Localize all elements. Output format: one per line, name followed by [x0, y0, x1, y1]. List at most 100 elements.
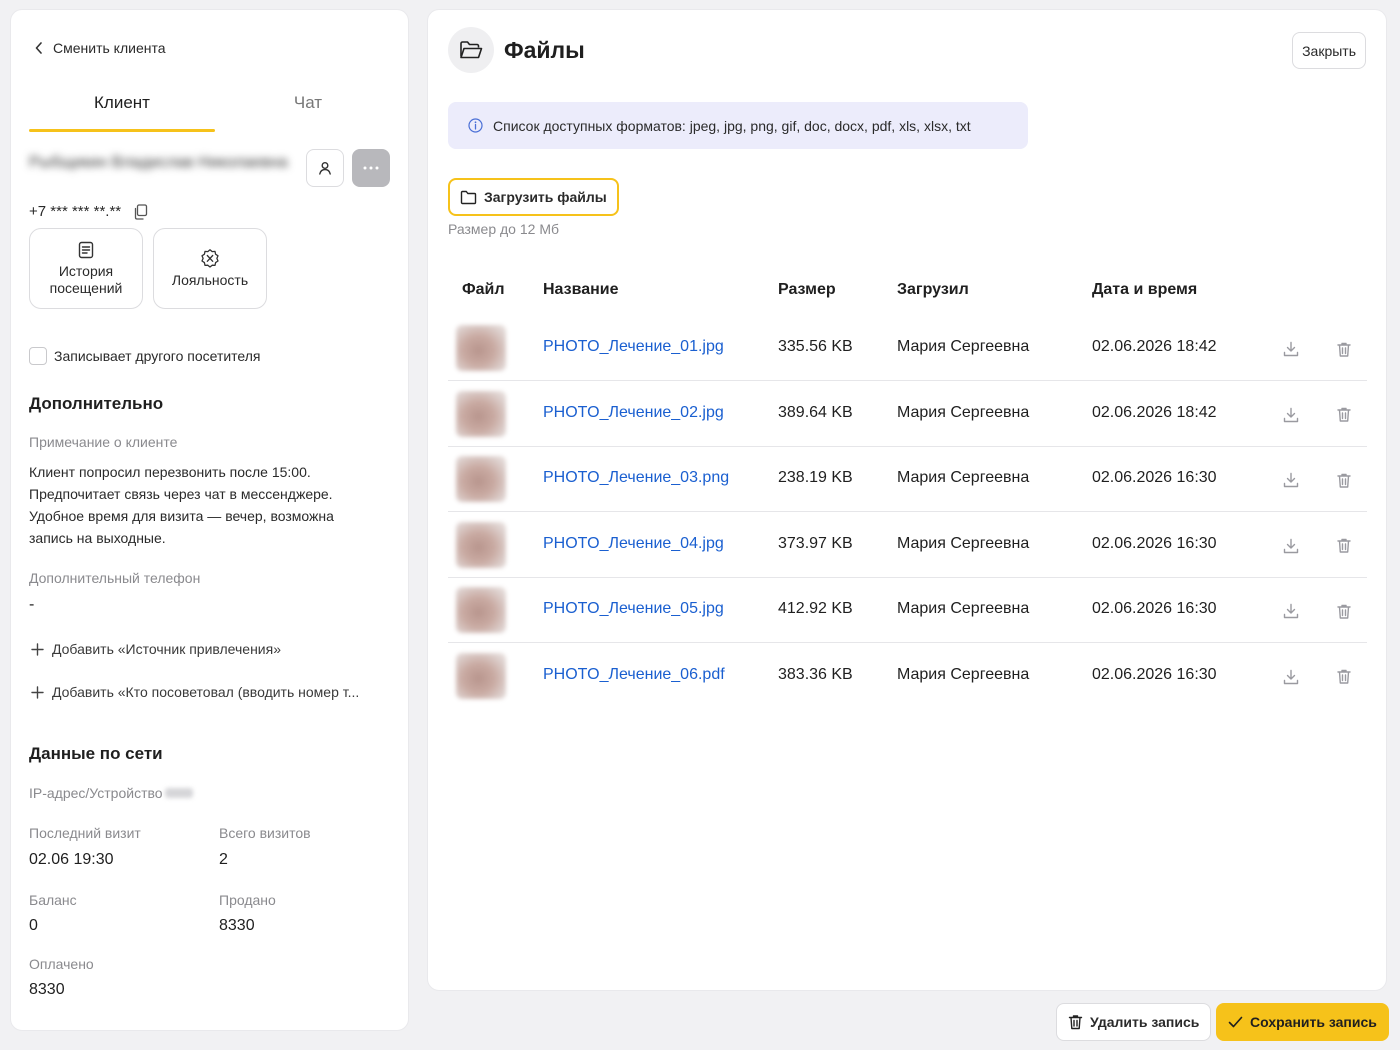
sold-label: Продано [219, 892, 276, 908]
visit-history-button[interactable]: История посещений [29, 228, 143, 309]
download-icon[interactable] [1280, 469, 1302, 491]
file-thumbnail[interactable] [456, 521, 506, 568]
file-size: 412.92 KB [778, 600, 853, 617]
column-header-uploader: Загрузил [897, 281, 969, 298]
delete-record-label: Удалить запись [1090, 1014, 1200, 1030]
add-source-button[interactable]: Добавить «Источник привлечения» [31, 641, 391, 657]
last-visit-label: Последний визит [29, 825, 141, 841]
file-uploader: Мария Сергеевна [897, 338, 1030, 355]
file-size: 389.64 KB [778, 403, 853, 421]
balance-label: Баланс [29, 892, 77, 908]
client-note-label: Примечание о клиенте [29, 434, 178, 450]
trash-icon[interactable] [1333, 469, 1355, 491]
other-visitor-row[interactable]: Записывает другого посетителя [29, 347, 261, 365]
file-datetime: 02.06.2026 18:42 [1092, 338, 1217, 355]
additional-section-title: Дополнительно [29, 394, 164, 413]
file-size: 373.97 KB [778, 534, 853, 552]
tab-client[interactable]: Клиент [29, 82, 215, 132]
page-title: Файлы [504, 36, 585, 63]
upload-files-button[interactable]: Загрузить файлы [448, 178, 619, 216]
other-visitor-label: Записывает другого посетителя [54, 348, 261, 364]
table-row: PHOTO_Лечение_06.pdf 383.36 KB Мария Серге… [448, 644, 1367, 709]
network-section-title: Данные по сети [29, 744, 163, 763]
file-size: 238.19 KB [778, 469, 853, 486]
save-record-label: Сохранить запись [1250, 1014, 1377, 1030]
client-name: Рыбщикин Владислав Николаевна [29, 154, 288, 171]
trash-icon[interactable] [1333, 338, 1355, 360]
table-row: PHOTO_Лечение_03.png 238.19 KB Мария Серге… [448, 447, 1367, 512]
paid-label: Оплачено [29, 956, 94, 972]
file-datetime: 02.06.2026 18:42 [1092, 403, 1217, 421]
file-thumbnail[interactable] [456, 587, 506, 633]
trash-icon [1068, 1014, 1083, 1030]
file-name-link[interactable]: PHOTO_Лечение_01.jpg [543, 338, 724, 356]
file-uploader: Мария Сергеевна [897, 403, 1030, 421]
trash-icon[interactable] [1333, 600, 1355, 622]
file-datetime: 02.06.2026 16:30 [1092, 600, 1217, 617]
add-referrer-button[interactable]: Добавить «Кто посоветовал (вводить номер… [31, 684, 391, 700]
document-list-icon [77, 241, 95, 259]
close-button[interactable]: Закрыть [1292, 32, 1366, 69]
add-source-label: Добавить «Источник привлечения» [52, 641, 281, 657]
files-header: Файлы [448, 27, 585, 73]
file-thumbnail[interactable] [456, 390, 506, 437]
folder-icon [460, 190, 477, 205]
extra-phone-value: - [29, 596, 35, 613]
download-icon[interactable] [1280, 404, 1302, 426]
download-icon[interactable] [1280, 535, 1302, 557]
file-name-link[interactable]: PHOTO_Лечение_06.pdf [543, 666, 725, 684]
file-name-link[interactable]: PHOTO_Лечение_02.jpg [543, 404, 724, 422]
files-panel: Файлы Закрыть Список доступных форматов:… [427, 9, 1387, 991]
copy-icon[interactable] [133, 203, 148, 220]
download-icon[interactable] [1280, 338, 1302, 360]
formats-info-text: Список доступных форматов: jpeg, jpg, pn… [493, 117, 971, 134]
balance-value: 0 [29, 917, 38, 934]
ip-device-value-blurred [164, 788, 193, 798]
download-icon[interactable] [1280, 666, 1302, 688]
download-icon[interactable] [1280, 600, 1302, 622]
loyalty-button[interactable]: Лояльность [153, 228, 267, 309]
file-thumbnail[interactable] [456, 456, 506, 502]
other-visitor-checkbox[interactable] [29, 347, 47, 365]
column-header-datetime: Дата и время [1092, 281, 1198, 298]
file-thumbnail[interactable] [456, 325, 506, 371]
upload-files-label: Загрузить файлы [484, 189, 607, 205]
more-options-button[interactable] [352, 149, 390, 187]
checkmark-icon [1228, 1016, 1243, 1028]
chevron-left-icon [35, 42, 43, 54]
delete-record-button[interactable]: Удалить запись [1056, 1003, 1212, 1041]
file-thumbnail[interactable] [456, 652, 506, 699]
change-client-link[interactable]: Сменить клиента [35, 40, 166, 56]
sold-value: 8330 [219, 917, 255, 934]
save-record-button[interactable]: Сохранить запись [1216, 1003, 1389, 1041]
visit-history-label: История посещений [49, 262, 123, 296]
file-size: 335.56 KB [778, 338, 853, 355]
paid-value: 8330 [29, 981, 65, 998]
client-note-text: Клиент попросил перезвонить после 15:00.… [29, 464, 334, 546]
trash-icon[interactable] [1333, 404, 1355, 426]
column-header-size: Размер [778, 281, 836, 298]
plus-icon [31, 642, 44, 656]
total-visits-value: 2 [219, 851, 228, 868]
tab-chat[interactable]: Чат [215, 82, 401, 132]
client-sidebar: Сменить клиента Клиент Чат Рыбщикин Влад… [10, 9, 409, 1031]
file-name-link[interactable]: PHOTO_Лечение_04.jpg [543, 535, 724, 553]
client-phone: +7 *** *** **.** [29, 203, 122, 220]
trash-icon[interactable] [1333, 666, 1355, 688]
file-datetime: 02.06.2026 16:30 [1092, 469, 1217, 486]
trash-icon[interactable] [1333, 535, 1355, 557]
table-row: PHOTO_Лечение_05.jpg 412.92 KB Мария Серге… [448, 578, 1367, 643]
file-name-link[interactable]: PHOTO_Лечение_05.jpg [543, 600, 724, 618]
ip-device-row: IP-адрес/Устройство [29, 785, 193, 801]
table-row: PHOTO_Лечение_04.jpg 373.97 KB Мария Серге… [448, 513, 1367, 578]
file-uploader: Мария Сергеевна [897, 534, 1030, 552]
file-datetime: 02.06.2026 16:30 [1092, 534, 1217, 552]
client-profile-button[interactable] [306, 149, 344, 187]
more-dots-icon [363, 166, 379, 170]
table-row: PHOTO_Лечение_02.jpg 389.64 KB Мария Серге… [448, 382, 1367, 447]
file-name-link[interactable]: PHOTO_Лечение_03.png [543, 469, 729, 487]
file-datetime: 02.06.2026 16:30 [1092, 665, 1217, 683]
client-phone-row: +7 *** *** **.** [29, 203, 148, 220]
loyalty-badge-icon [200, 248, 220, 268]
table-row: PHOTO_Лечение_01.jpg 335.56 KB Мария Серге… [448, 316, 1367, 381]
